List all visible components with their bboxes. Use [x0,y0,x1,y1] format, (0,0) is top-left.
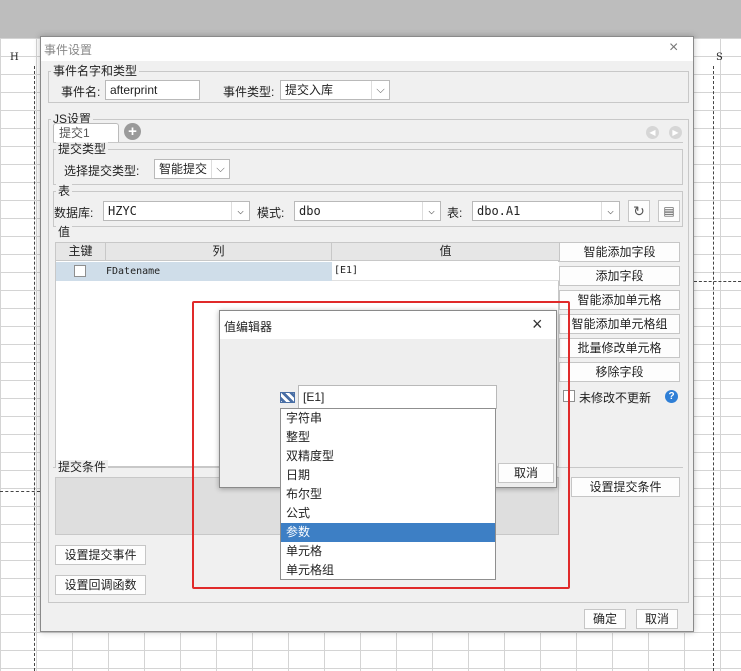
smart-add-cell-group-button[interactable]: 智能添加单元格组 [559,314,680,334]
option-date[interactable]: 日期 [281,466,495,485]
tab-scroll-right-icon[interactable]: ▶ [669,126,682,139]
chevron-down-icon: ⌵ [371,81,389,99]
submit-type-group [53,149,683,185]
option-cell[interactable]: 单元格 [281,542,495,561]
submit-condition-legend: 提交条件 [56,460,109,474]
event-name-input[interactable]: afterprint [105,80,200,100]
column-cell: FDatename [106,266,161,277]
chevron-down-icon: ⌵ [231,202,249,220]
value-editor-title-bar: 值编辑器 × [220,311,556,339]
batch-modify-cells-button[interactable]: 批量修改单元格 [559,338,680,358]
submit-type-select[interactable]: 智能提交 ⌵ [154,159,230,179]
option-formula[interactable]: 公式 [281,504,495,523]
option-string[interactable]: 字符串 [281,409,495,428]
value-editor-cancel-button[interactable]: 取消 [498,463,554,483]
value-cell[interactable]: [E1] [332,262,559,281]
page-break-line [34,66,35,671]
not-modified-label: 未修改不更新 [579,391,652,405]
remove-field-button[interactable]: 移除字段 [559,362,680,382]
refresh-icon[interactable]: ↻ [628,200,650,222]
option-integer[interactable]: 整型 [281,428,495,447]
table-legend: 表 [56,184,73,198]
header-column: 列 [106,243,332,261]
value-type-icon[interactable] [280,392,295,403]
choose-submit-type-label: 选择提交类型: [64,164,140,178]
value-cell-text: [E1] [334,265,359,276]
option-cell-group[interactable]: 单元格组 [281,561,495,580]
tab-scroll-left-icon[interactable]: ◀ [646,126,659,139]
background-toolbar [0,0,741,38]
chevron-down-icon: ⌵ [601,202,619,220]
set-submit-event-button[interactable]: 设置提交事件 [55,545,146,565]
help-icon[interactable]: ? [665,390,678,403]
table-label: 表: [447,206,463,220]
database-select[interactable]: HZYC ⌵ [103,201,250,221]
submit-type-value: 智能提交 [159,162,208,176]
chevron-down-icon: ⌵ [422,202,440,220]
schema-value: dbo [299,204,321,218]
header-value: 值 [332,243,559,261]
event-type-value: 提交入库 [285,83,334,97]
close-icon[interactable]: × [532,314,543,335]
value-editor-title: 值编辑器 [224,320,273,334]
value-type-dropdown: 字符串 整型 双精度型 日期 布尔型 公式 参数 单元格 单元格组 [280,408,496,580]
submit-type-legend: 提交类型 [56,142,109,156]
add-tab-icon[interactable]: + [124,123,141,140]
event-type-select[interactable]: 提交入库 ⌵ [280,80,390,100]
chevron-down-icon: ⌵ [211,160,229,178]
database-value: HZYC [108,204,137,218]
column-header-s: S [716,52,723,63]
value-input[interactable]: [E1] [298,385,497,409]
header-primary-key: 主键 [56,243,106,261]
option-parameter[interactable]: 参数 [281,523,495,542]
ok-button[interactable]: 确定 [584,609,626,629]
dialog-title: 事件设置 [44,43,93,57]
table-row[interactable]: FDatename [56,262,332,281]
column-header-h: H [10,52,19,63]
smart-add-cell-button[interactable]: 智能添加单元格 [559,290,680,310]
smart-add-field-button[interactable]: 智能添加字段 [559,242,680,262]
table-select[interactable]: dbo.A1 ⌵ [472,201,620,221]
set-submit-condition-button[interactable]: 设置提交条件 [571,477,680,497]
set-callback-button[interactable]: 设置回调函数 [55,575,146,595]
cancel-button[interactable]: 取消 [636,609,678,629]
primary-key-checkbox[interactable] [74,265,86,277]
option-boolean[interactable]: 布尔型 [281,485,495,504]
database-label: 数据库: [54,206,94,220]
add-field-button[interactable]: 添加字段 [559,266,680,286]
page-break-line [713,66,714,671]
close-icon[interactable]: × [669,39,678,57]
page-break-line [694,281,741,282]
value-legend: 值 [56,225,73,239]
option-double[interactable]: 双精度型 [281,447,495,466]
table-value: dbo.A1 [477,204,521,218]
schema-label: 模式: [257,206,285,220]
event-name-label: 事件名: [61,85,101,99]
event-name-type-legend: 事件名字和类型 [51,64,140,78]
tab-strip-divider [53,142,683,143]
dialog-title-bar: 事件设置 × [41,37,693,61]
tab-submit1[interactable]: 提交1 [53,123,119,143]
schema-select[interactable]: dbo ⌵ [294,201,441,221]
event-type-label: 事件类型: [223,85,275,99]
preview-table-icon[interactable]: ▤ [658,200,680,222]
